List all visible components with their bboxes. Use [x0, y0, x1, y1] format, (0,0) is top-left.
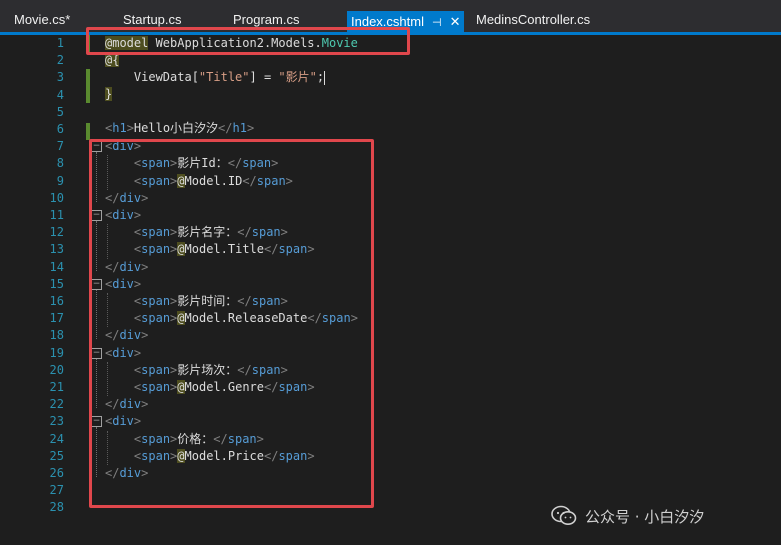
text-cursor	[324, 70, 326, 85]
tab-label: MedinsController.cs	[476, 12, 591, 27]
tag-bracket: >	[246, 121, 255, 135]
tag-bracket: </	[218, 121, 233, 135]
h1-tag: h1	[232, 121, 247, 135]
tab-label: Startup.cs	[123, 12, 182, 27]
watermark: 公众号 · 小白汐汐	[551, 503, 704, 529]
line-number: 28	[49, 500, 64, 515]
highlight-box-divs	[89, 139, 374, 508]
code-line: <h1>Hello小白汐汐</h1>	[0, 120, 781, 137]
code-editor[interactable]: 1 2 3 4 5 6 7 8 9 10 11 12 13 14 15 16 17 18 19 20 21 22 23 24 2…	[0, 27, 781, 545]
h1-tag: h1	[112, 121, 127, 135]
line-number: 27	[49, 483, 64, 498]
tab-label: Program.cs	[233, 12, 300, 27]
tab-movie-cs[interactable]: Movie.cs*	[14, 9, 70, 31]
close-icon[interactable]: ✕	[450, 14, 461, 29]
string-literal: "影片"	[278, 70, 317, 84]
line-number: 5	[56, 104, 64, 119]
razor-block-open: @{	[105, 53, 120, 67]
assign-text: ] =	[249, 70, 279, 84]
semicolon: ;	[316, 70, 325, 84]
wechat-icon	[551, 505, 577, 527]
heading-text: Hello小白汐汐	[133, 121, 219, 135]
string-literal: "Title"	[198, 70, 250, 84]
highlight-box-model	[86, 27, 410, 55]
tab-label: Movie.cs*	[14, 12, 71, 27]
line-number-row: 5	[0, 104, 781, 121]
tag-bracket: >	[126, 121, 134, 135]
pin-icon[interactable]: ⊣	[432, 17, 442, 29]
razor-block-close: }	[105, 87, 113, 101]
code-line: ViewData["Title"] = "影片";	[0, 69, 781, 86]
tab-medinscontroller-cs[interactable]: MedinsController.cs	[476, 9, 590, 31]
watermark-text: 公众号 · 小白汐汐	[585, 507, 705, 526]
code-line: }	[0, 86, 781, 103]
viewdata-text: ViewData[	[105, 70, 199, 84]
